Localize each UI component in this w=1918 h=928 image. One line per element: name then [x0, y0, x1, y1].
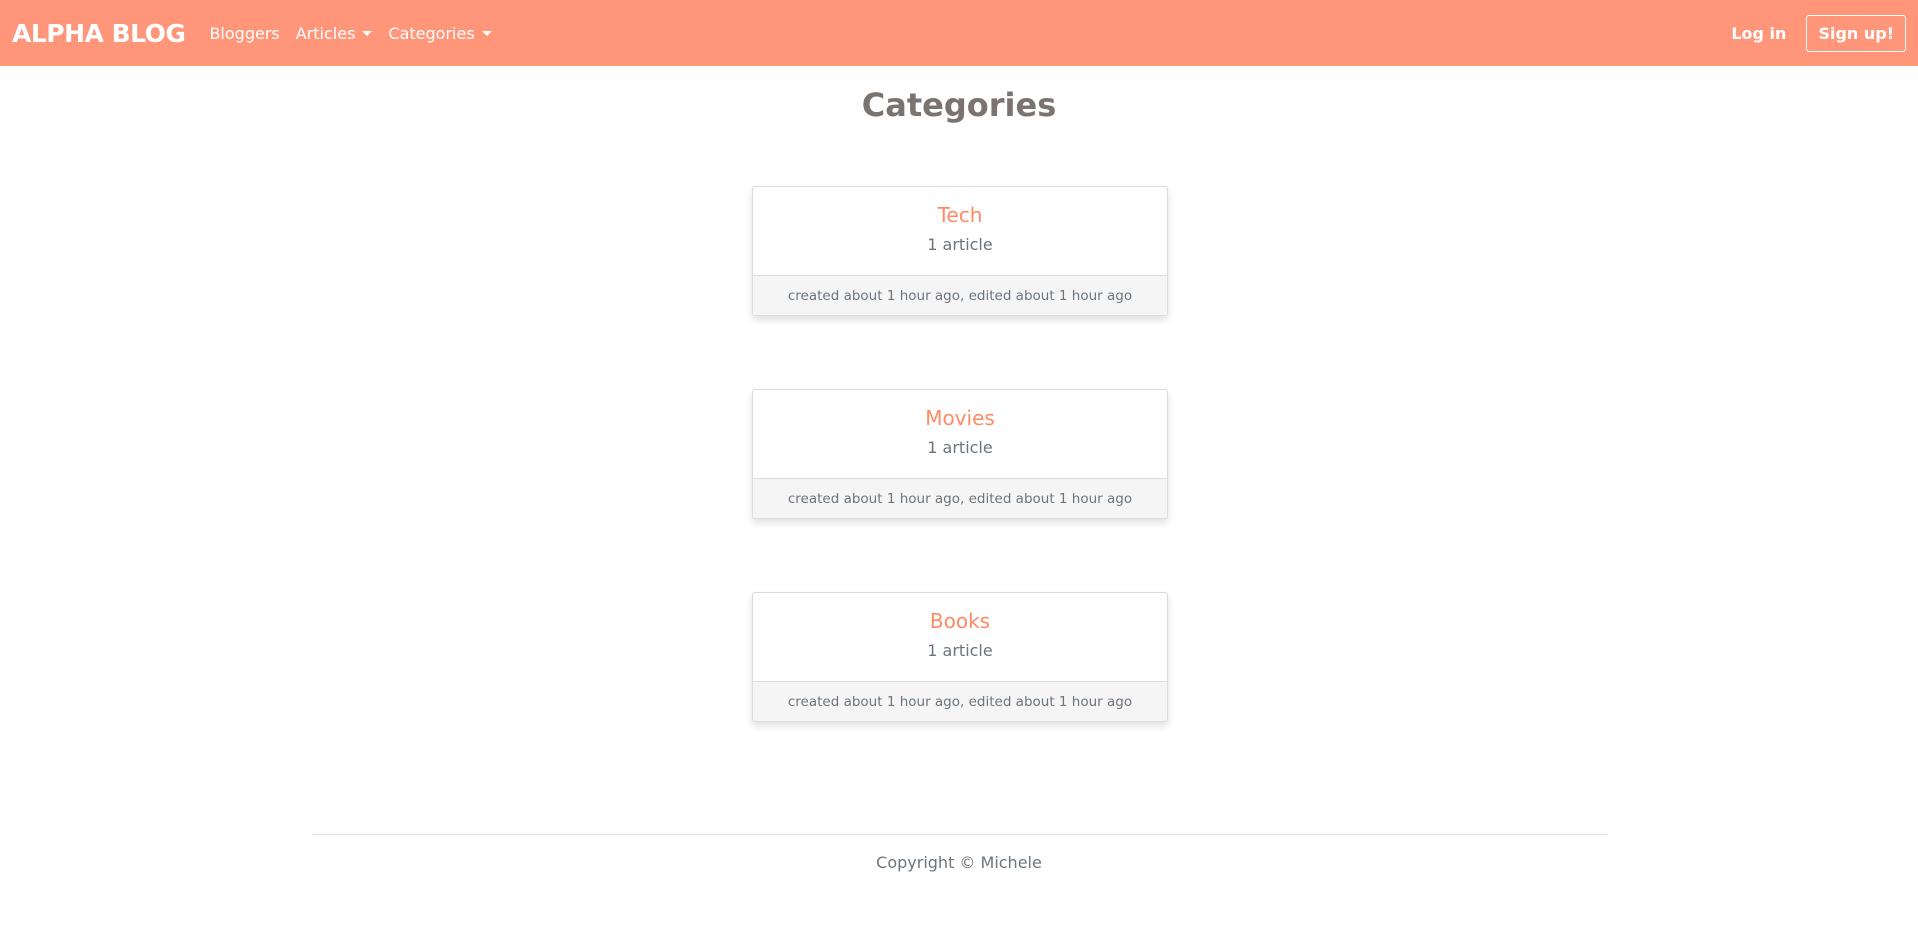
category-name-link[interactable]: Books	[753, 609, 1167, 633]
nav-link-bloggers[interactable]: Bloggers	[209, 24, 279, 43]
card-body: Movies 1 article	[753, 390, 1167, 478]
category-name-link[interactable]: Tech	[753, 203, 1167, 227]
category-card: Tech 1 article created about 1 hour ago,…	[752, 186, 1168, 316]
category-card: Movies 1 article created about 1 hour ag…	[752, 389, 1168, 519]
article-count: 1 article	[927, 235, 993, 254]
brand-logo[interactable]: ALPHA BLOG	[12, 19, 186, 48]
footer-divider	[312, 834, 1608, 835]
copyright-text: Copyright © Michele	[876, 853, 1042, 872]
card-footer-meta: created about 1 hour ago, edited about 1…	[753, 681, 1167, 721]
chevron-down-icon	[481, 30, 492, 36]
article-count: 1 article	[927, 438, 993, 457]
nav-link-bloggers-label: Bloggers	[209, 23, 280, 43]
nav-dropdown-articles[interactable]: Articles	[296, 24, 373, 43]
chevron-down-icon	[362, 30, 373, 36]
nav-dropdown-categories-label: Categories	[388, 23, 475, 43]
card-body: Tech 1 article	[753, 187, 1167, 275]
nav-right: Log in Sign up!	[1731, 14, 1906, 52]
nav-dropdown-categories[interactable]: Categories	[388, 23, 492, 43]
category-name-link[interactable]: Movies	[753, 406, 1167, 430]
card-footer-meta: created about 1 hour ago, edited about 1…	[753, 478, 1167, 518]
card-body: Books 1 article	[753, 593, 1167, 681]
nav-dropdown-articles-label: Articles	[295, 23, 356, 43]
nav-left: ALPHA BLOG Bloggers Articles Categories	[12, 19, 508, 48]
card-footer-meta: created about 1 hour ago, edited about 1…	[753, 275, 1167, 315]
login-link[interactable]: Log in	[1731, 24, 1786, 43]
navbar: ALPHA BLOG Bloggers Articles Categories …	[0, 0, 1918, 66]
category-card: Books 1 article created about 1 hour ago…	[752, 592, 1168, 722]
article-count: 1 article	[927, 641, 993, 660]
signup-button[interactable]: Sign up!	[1806, 14, 1906, 52]
page-title: Categories	[861, 86, 1057, 124]
